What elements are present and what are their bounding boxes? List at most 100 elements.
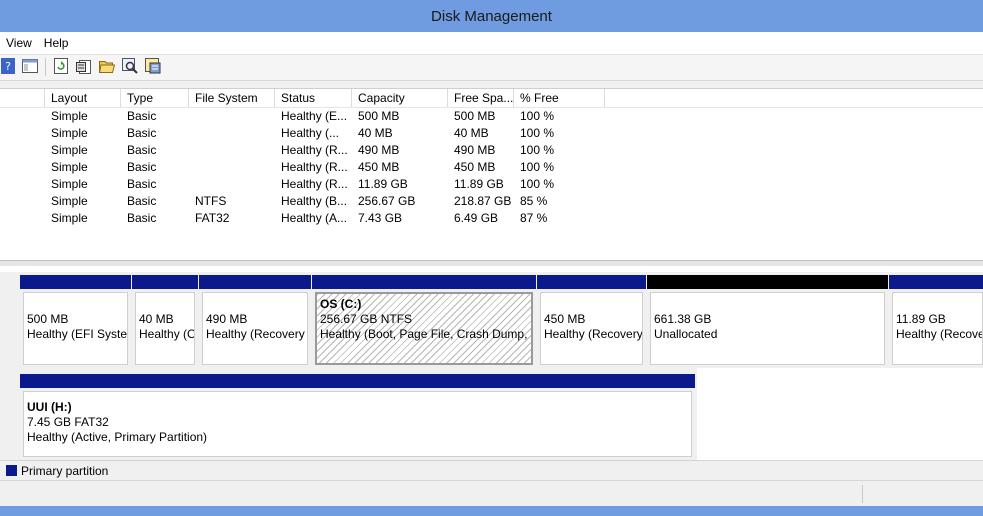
cell-percent-free: 100 % [520,109,555,123]
cell-layout: Simple [51,143,88,157]
cell-percent-free: 87 % [520,211,548,225]
partition-title: OS (C:) [320,297,362,311]
partition-bar [199,275,311,289]
cell-status: Healthy (A... [281,211,348,225]
table-row[interactable]: Simple Basic Healthy (R... 450 MB 450 MB… [0,159,983,176]
table-row[interactable]: Simple Basic FAT32 Healthy (A... 7.43 GB… [0,210,983,227]
cell-status: Healthy (R... [281,160,348,174]
partition-oem[interactable]: 40 MB Healthy (OEM Partition) [132,275,198,368]
cell-capacity: 490 MB [358,143,400,157]
cell-free-space: 450 MB [454,160,496,174]
cell-capacity: 256.67 GB [358,194,416,208]
status-bar [0,480,983,507]
partition-size: 661.38 GB [654,312,712,326]
partition-bar [20,374,695,388]
partition-body: 11.89 GB Healthy (Recovery Partition) [892,292,983,365]
partition-title: UUI (H:) [27,400,72,414]
menu-help[interactable]: Help [38,36,75,50]
legend-primary-partition: Primary partition [21,463,109,478]
partition-efi[interactable]: 500 MB Healthy (EFI System Partition) [20,275,131,368]
partition-body: 500 MB Healthy (EFI System Partition) [23,292,128,365]
column-header-file-system[interactable]: File System [189,89,275,107]
cell-free-space: 6.49 GB [454,211,499,225]
cell-capacity: 40 MB [358,126,393,140]
table-row[interactable]: Simple Basic Healthy (R... 490 MB 490 MB… [0,142,983,159]
partition-body: OS (C:) 256.67 GB NTFS Healthy (Boot, Pa… [315,292,533,365]
cell-status: Healthy (R... [281,177,348,191]
cell-type: Basic [127,143,157,157]
table-row[interactable]: Simple Basic Healthy (... 40 MB 40 MB 10… [0,125,983,142]
settings-icon[interactable] [145,58,161,74]
cell-capacity: 500 MB [358,109,400,123]
cell-status: Healthy (R... [281,143,348,157]
cell-type: Basic [127,177,157,191]
toolbar-separator [45,58,46,76]
cell-status: Healthy (... [281,126,340,140]
partition-bar [312,275,536,289]
column-header-status[interactable]: Status [275,89,352,107]
help-icon[interactable]: ? [0,58,16,74]
column-header-volume[interactable] [0,89,45,107]
column-header-type[interactable]: Type [121,89,189,107]
window-bottom-edge [0,506,983,516]
partition-os-c[interactable]: OS (C:) 256.67 GB NTFS Healthy (Boot, Pa… [312,275,536,368]
partition-bar [647,275,888,289]
disk-1-row: UUI (H:) 7.45 GB FAT32 Healthy (Active, … [0,368,697,460]
properties-icon[interactable] [76,58,92,74]
partition-size: 256.67 GB NTFS [320,312,413,326]
cell-percent-free: 100 % [520,143,555,157]
partition-bar [132,275,198,289]
partition-body: 450 MB Healthy (Recovery Partition) [540,292,643,365]
cell-free-space: 500 MB [454,109,496,123]
cell-free-space: 11.89 GB [454,177,504,191]
table-row[interactable]: Simple Basic Healthy (R... 11.89 GB 11.8… [0,176,983,193]
table-row[interactable]: Simple Basic NTFS Healthy (B... 256.67 G… [0,193,983,210]
partition-status: Healthy (EFI System Partition) [27,327,128,341]
partition-size: 11.89 GB [896,312,946,326]
menu-view[interactable]: View [0,36,38,50]
cell-status: Healthy (B... [281,194,348,208]
cell-type: Basic [127,109,157,123]
status-divider [862,485,863,503]
partition-size: 40 MB [139,312,174,326]
partition-body: 661.38 GB Unallocated [650,292,885,365]
column-header-capacity[interactable]: Capacity [352,89,448,107]
partition-status: Healthy (Recovery Partition) [206,327,307,341]
partition-uui-h[interactable]: UUI (H:) 7.45 GB FAT32 Healthy (Active, … [20,374,695,460]
disk-graphical-view: 500 MB Healthy (EFI System Partition) 40… [0,266,983,460]
open-folder-icon[interactable] [99,58,115,74]
cell-layout: Simple [51,109,88,123]
cell-capacity: 11.89 GB [358,177,408,191]
partition-status: Healthy (Active, Primary Partition) [27,430,208,444]
cell-percent-free: 85 % [520,194,548,208]
partition-recovery-1[interactable]: 490 MB Healthy (Recovery Partition) [199,275,311,368]
partition-recovery-3[interactable]: 11.89 GB Healthy (Recovery Partition) [889,275,983,368]
table-row[interactable]: Simple Basic Healthy (E... 500 MB 500 MB… [0,108,983,125]
cell-status: Healthy (E... [281,109,348,123]
cell-layout: Simple [51,194,88,208]
partition-status: Healthy (Boot, Page File, Crash Dump, Pr… [320,327,531,341]
legend: Primary partition [0,460,983,480]
console-tree-icon[interactable] [22,58,38,74]
column-header-free-space[interactable]: Free Spa... [448,89,514,107]
toolbar: ? [0,55,983,81]
cell-percent-free: 100 % [520,160,555,174]
cell-type: Basic [127,211,157,225]
cell-percent-free: 100 % [520,126,555,140]
partition-recovery-2[interactable]: 450 MB Healthy (Recovery Partition) [537,275,646,368]
primary-partition-swatch [6,465,17,476]
partition-size: 490 MB [206,312,248,326]
explore-icon[interactable] [122,58,138,74]
cell-free-space: 218.87 GB [454,194,512,208]
cell-layout: Simple [51,177,88,191]
column-header-layout[interactable]: Layout [45,89,121,107]
refresh-icon[interactable] [53,58,69,74]
top-splitter[interactable] [0,81,983,89]
partition-bar [537,275,646,289]
cell-free-space: 40 MB [454,126,489,140]
column-header-percent-free[interactable]: % Free [514,89,605,107]
cell-type: Basic [127,126,157,140]
partition-unallocated[interactable]: 661.38 GB Unallocated [647,275,888,368]
partition-body: UUI (H:) 7.45 GB FAT32 Healthy (Active, … [23,391,692,457]
volume-list-header: Layout Type File System Status Capacity … [0,89,983,108]
